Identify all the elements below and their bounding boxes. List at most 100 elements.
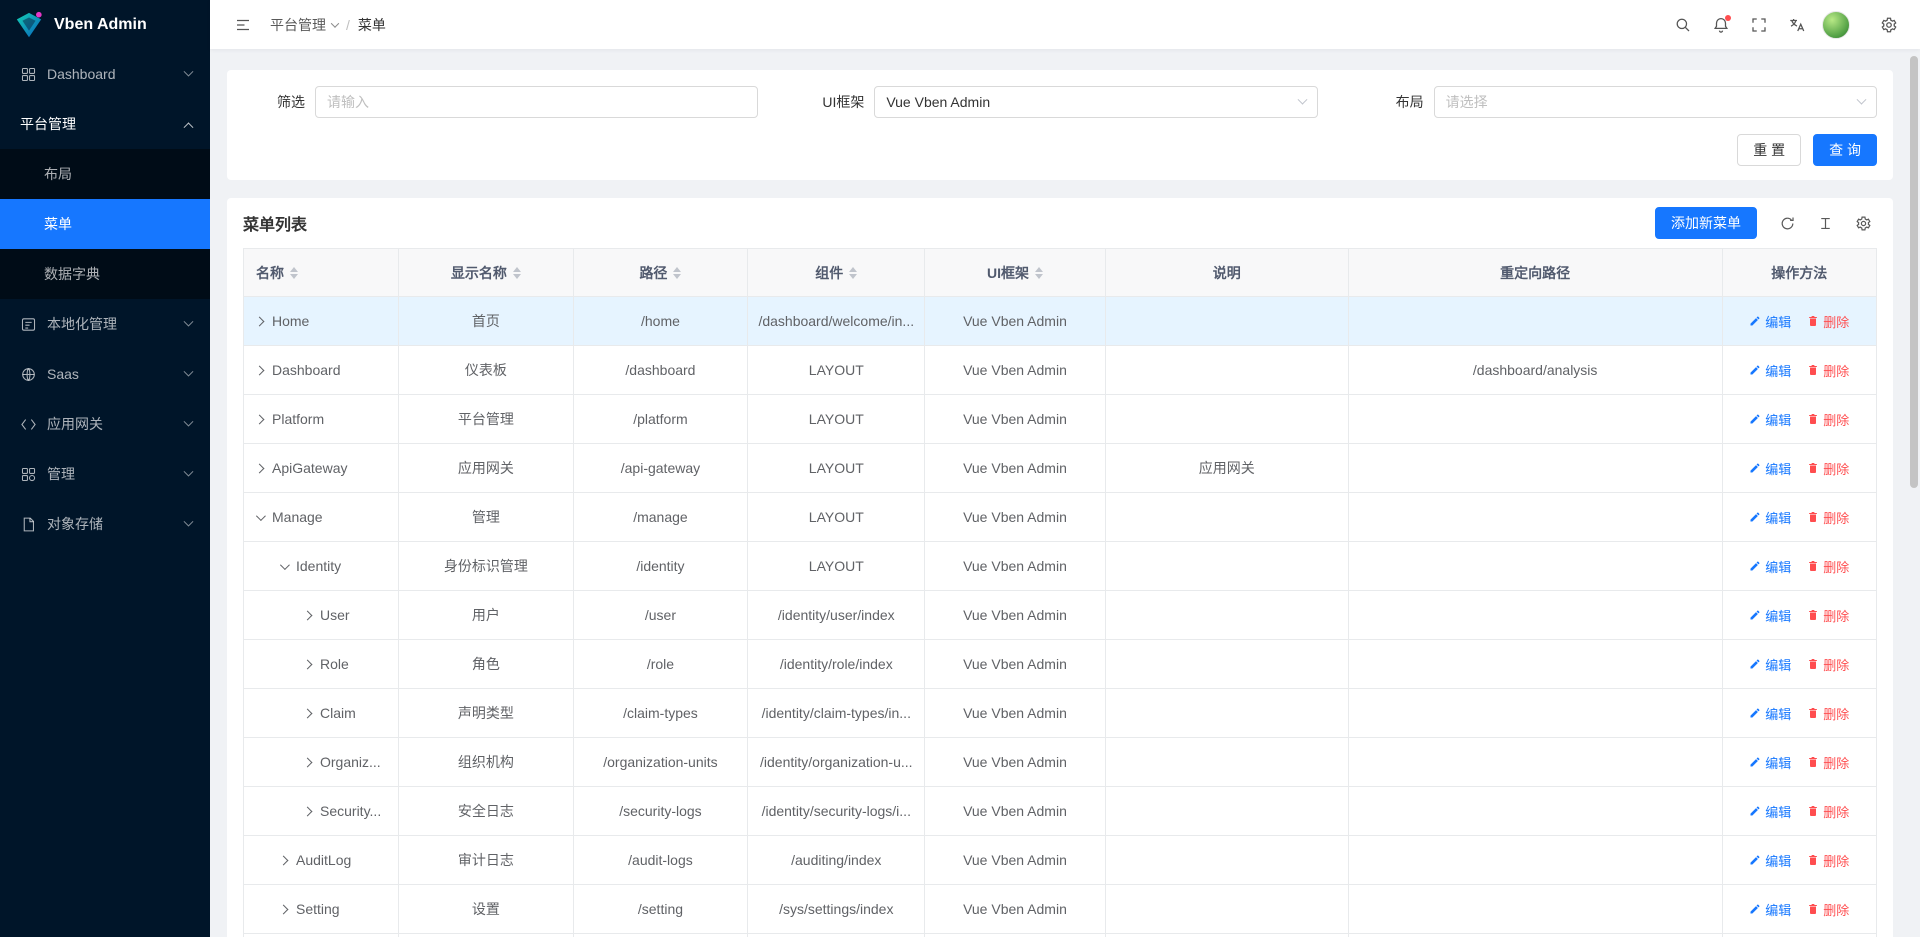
zoom-icon[interactable] xyxy=(1811,209,1839,237)
sidebar-item-Saas[interactable]: Saas xyxy=(0,349,210,399)
column-header-component[interactable]: 组件 xyxy=(748,249,925,296)
edit-link[interactable]: 编辑 xyxy=(1749,410,1791,429)
reset-button[interactable]: 重 置 xyxy=(1737,134,1801,166)
row-expander-icon[interactable] xyxy=(303,708,313,718)
edit-link[interactable]: 编辑 xyxy=(1749,361,1791,380)
edit-link[interactable]: 编辑 xyxy=(1749,802,1791,821)
row-expander-icon[interactable] xyxy=(280,560,290,570)
row-expander-icon[interactable] xyxy=(255,316,265,326)
row-expander-icon[interactable] xyxy=(255,463,265,473)
row-expander-icon[interactable] xyxy=(279,855,289,865)
column-header-framework[interactable]: UI框架 xyxy=(925,249,1105,296)
pencil-icon xyxy=(1749,805,1761,817)
sort-icon[interactable] xyxy=(1035,263,1043,283)
sidebar-item-菜单[interactable]: 菜单 xyxy=(0,199,210,249)
chevron-icon xyxy=(184,516,194,526)
table-row[interactable]: Organiz... 组织机构 /organization-units /ide… xyxy=(244,738,1876,787)
edit-link[interactable]: 编辑 xyxy=(1749,606,1791,625)
column-settings-icon[interactable] xyxy=(1849,209,1877,237)
row-redirect xyxy=(1349,738,1723,786)
sidebar-toggle-icon[interactable] xyxy=(226,8,260,42)
delete-link[interactable]: 删除 xyxy=(1807,704,1849,723)
add-menu-button[interactable]: 添加新菜单 xyxy=(1655,207,1757,239)
row-expander-icon[interactable] xyxy=(303,806,313,816)
settings-gear-icon[interactable] xyxy=(1872,8,1906,42)
row-expander-icon[interactable] xyxy=(256,511,266,521)
edit-link[interactable]: 编辑 xyxy=(1749,851,1791,870)
delete-link[interactable]: 删除 xyxy=(1807,851,1849,870)
breadcrumb-item-platform[interactable]: 平台管理 xyxy=(270,15,338,35)
edit-link[interactable]: 编辑 xyxy=(1749,459,1791,478)
user-avatar[interactable] xyxy=(1822,11,1850,39)
edit-link[interactable]: 编辑 xyxy=(1749,655,1791,674)
table-row[interactable]: Home 首页 /home /dashboard/welcome/in... V… xyxy=(244,297,1876,346)
delete-link[interactable]: 删除 xyxy=(1807,508,1849,527)
delete-link[interactable]: 删除 xyxy=(1807,459,1849,478)
delete-link[interactable]: 删除 xyxy=(1807,312,1849,331)
sidebar-item-对象存储[interactable]: 对象存储 xyxy=(0,499,210,549)
translate-icon[interactable] xyxy=(1780,8,1814,42)
sidebar-item-管理[interactable]: 管理 xyxy=(0,449,210,499)
ui-framework-select[interactable]: Vue Vben Admin xyxy=(874,86,1317,118)
refresh-icon[interactable] xyxy=(1773,209,1801,237)
sort-icon[interactable] xyxy=(673,263,681,283)
edit-link[interactable]: 编辑 xyxy=(1749,557,1791,576)
row-expander-icon[interactable] xyxy=(303,659,313,669)
sort-icon[interactable] xyxy=(513,263,521,283)
row-expander-icon[interactable] xyxy=(255,414,265,424)
delete-link[interactable]: 删除 xyxy=(1807,655,1849,674)
sort-icon[interactable] xyxy=(849,263,857,283)
delete-link[interactable]: 删除 xyxy=(1807,410,1849,429)
table-row[interactable]: Platform 平台管理 /platform LAYOUT Vue Vben … xyxy=(244,395,1876,444)
sidebar-item-本地化管理[interactable]: 本地化管理 xyxy=(0,299,210,349)
layout-select[interactable]: 请选择 xyxy=(1434,86,1877,118)
table-row[interactable]: ApiGateway 应用网关 /api-gateway LAYOUT Vue … xyxy=(244,444,1876,493)
search-button[interactable]: 查 询 xyxy=(1813,134,1877,166)
filter-label: 筛选 xyxy=(243,92,305,112)
column-header-display_name[interactable]: 显示名称 xyxy=(399,249,574,296)
trash-icon xyxy=(1807,609,1819,621)
delete-link[interactable]: 删除 xyxy=(1807,753,1849,772)
column-header-path[interactable]: 路径 xyxy=(574,249,749,296)
sidebar-item-布局[interactable]: 布局 xyxy=(0,149,210,199)
delete-link[interactable]: 删除 xyxy=(1807,606,1849,625)
table-row[interactable]: Role 角色 /role /identity/role/index Vue V… xyxy=(244,640,1876,689)
sidebar-item-Dashboard[interactable]: Dashboard xyxy=(0,49,210,99)
vertical-scrollbar[interactable] xyxy=(1910,56,1918,488)
table-row[interactable]: Claim 声明类型 /claim-types /identity/claim-… xyxy=(244,689,1876,738)
table-row[interactable]: Setting 设置 /setting /sys/settings/index … xyxy=(244,885,1876,934)
filter-keyword-input[interactable] xyxy=(315,86,758,118)
fullscreen-icon[interactable] xyxy=(1742,8,1776,42)
delete-link[interactable]: 删除 xyxy=(1807,557,1849,576)
edit-link[interactable]: 编辑 xyxy=(1749,704,1791,723)
row-name: Role xyxy=(320,656,349,672)
sidebar-item-应用网关[interactable]: 应用网关 xyxy=(0,399,210,449)
app-logo[interactable]: Vben Admin xyxy=(0,0,210,49)
edit-link[interactable]: 编辑 xyxy=(1749,312,1791,331)
sidebar-item-数据字典[interactable]: 数据字典 xyxy=(0,249,210,299)
table-row[interactable]: AuditLog 审计日志 /audit-logs /auditing/inde… xyxy=(244,836,1876,885)
row-display-name: 用户 xyxy=(399,591,574,639)
column-header-name[interactable]: 名称 xyxy=(244,249,399,296)
edit-link[interactable]: 编辑 xyxy=(1749,900,1791,919)
search-icon[interactable] xyxy=(1666,8,1700,42)
table-row[interactable]: Manage 管理 /manage LAYOUT Vue Vben Admin … xyxy=(244,493,1876,542)
table-body: Home 首页 /home /dashboard/welcome/in... V… xyxy=(244,297,1876,934)
delete-link[interactable]: 删除 xyxy=(1807,361,1849,380)
row-expander-icon[interactable] xyxy=(255,365,265,375)
sort-icon[interactable] xyxy=(290,263,298,283)
edit-link[interactable]: 编辑 xyxy=(1749,753,1791,772)
row-expander-icon[interactable] xyxy=(303,610,313,620)
table-row[interactable]: Identity 身份标识管理 /identity LAYOUT Vue Vbe… xyxy=(244,542,1876,591)
sidebar-item-label: Dashboard xyxy=(47,66,116,82)
table-row[interactable]: Dashboard 仪表板 /dashboard LAYOUT Vue Vben… xyxy=(244,346,1876,395)
table-row[interactable]: User 用户 /user /identity/user/index Vue V… xyxy=(244,591,1876,640)
delete-link[interactable]: 删除 xyxy=(1807,802,1849,821)
table-row[interactable]: Security... 安全日志 /security-logs /identit… xyxy=(244,787,1876,836)
row-expander-icon[interactable] xyxy=(303,757,313,767)
row-expander-icon[interactable] xyxy=(279,904,289,914)
bell-icon[interactable] xyxy=(1704,8,1738,42)
sidebar-item-平台管理[interactable]: 平台管理 xyxy=(0,99,210,149)
edit-link[interactable]: 编辑 xyxy=(1749,508,1791,527)
delete-link[interactable]: 删除 xyxy=(1807,900,1849,919)
